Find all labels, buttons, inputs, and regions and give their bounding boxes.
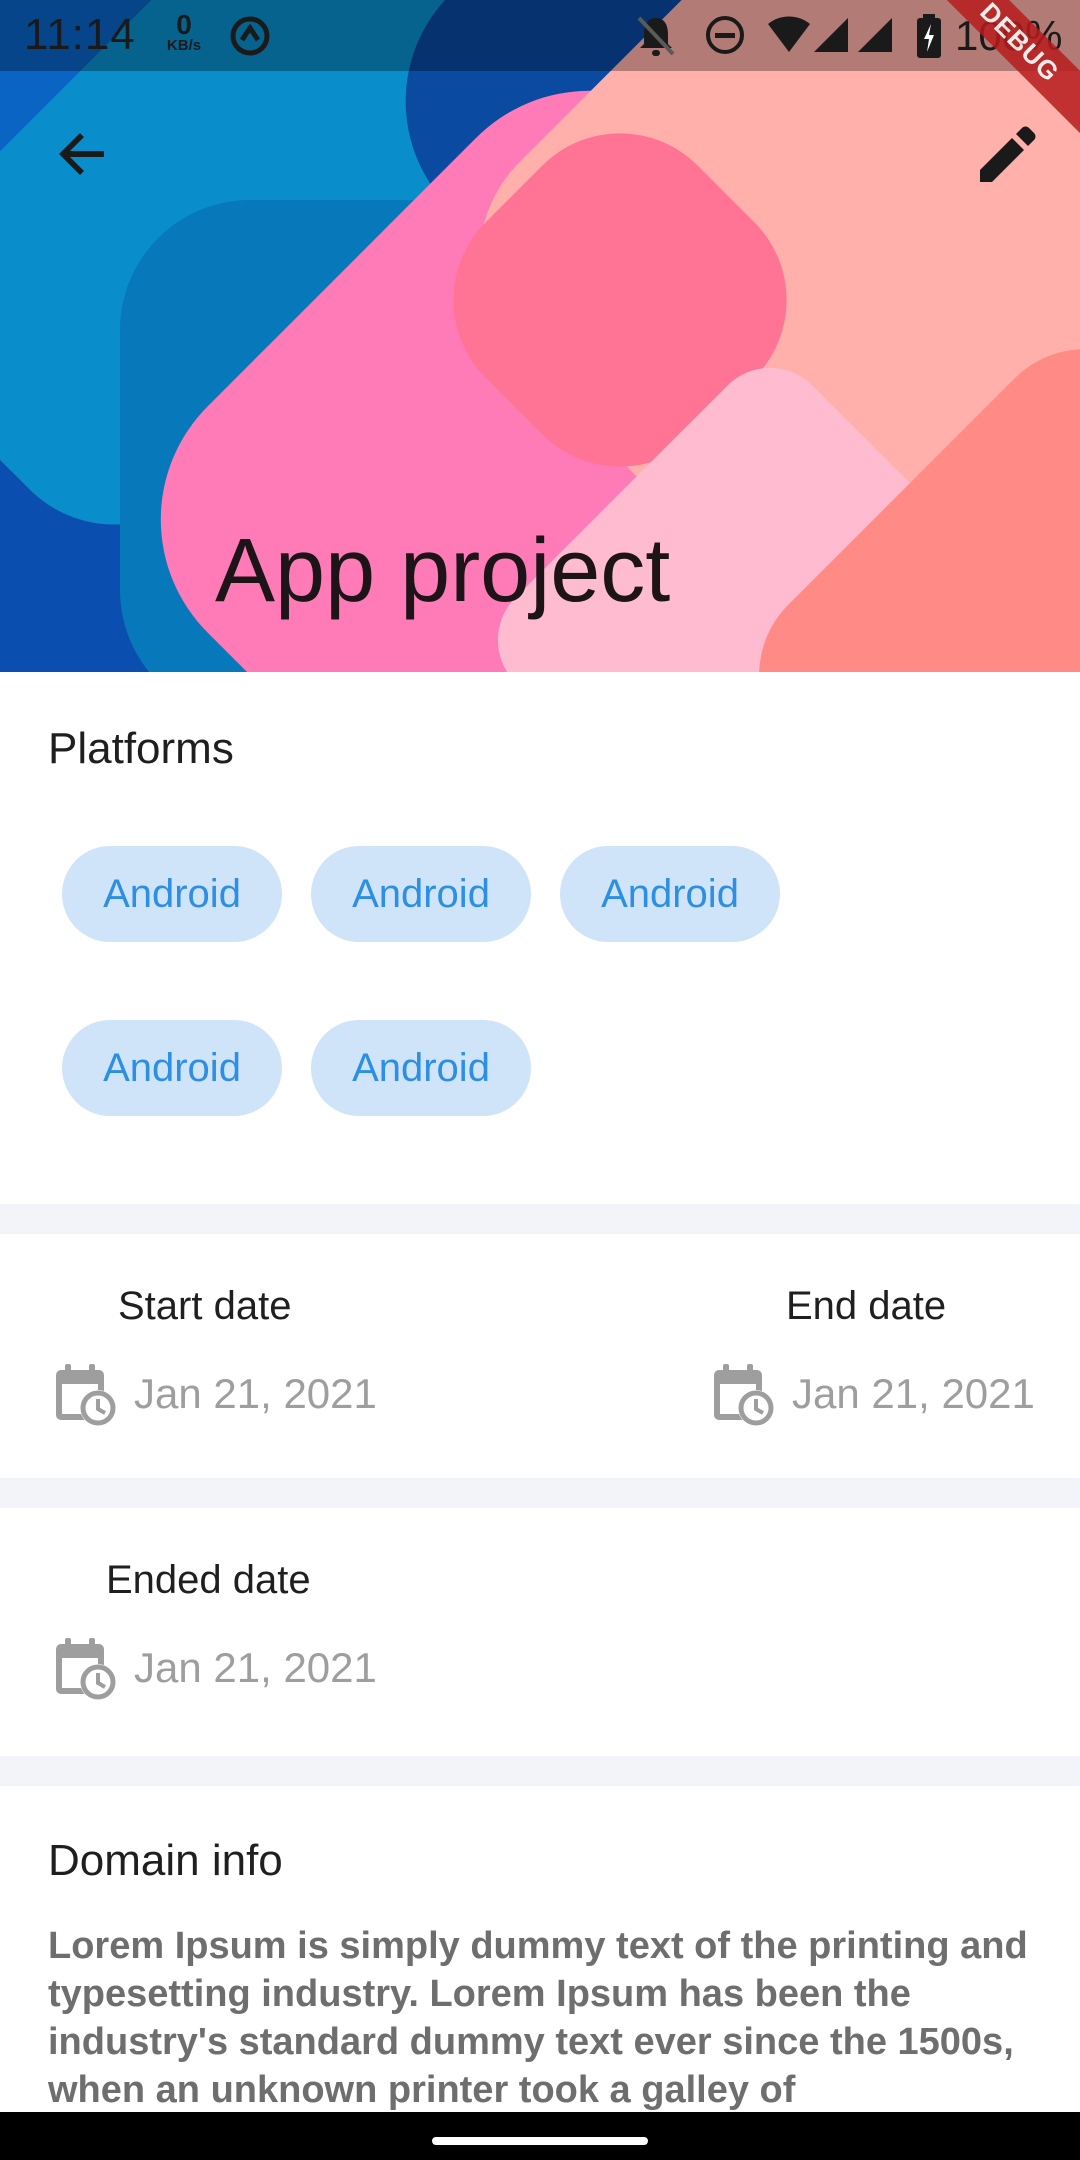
calendar-clock-icon (56, 1364, 116, 1426)
start-date-value[interactable]: Jan 21, 2021 (134, 1370, 377, 1418)
do-not-disturb-icon (706, 16, 744, 54)
end-date-label: End date (786, 1284, 947, 1328)
section-divider (0, 1756, 1080, 1786)
network-speed-value: 0 (176, 9, 192, 40)
platform-chip[interactable]: Android (62, 846, 282, 942)
signal-icon (814, 18, 848, 52)
network-speed: 0 KB/s (160, 9, 208, 54)
battery-charging-icon (917, 14, 941, 58)
system-navigation-bar (0, 2112, 1080, 2160)
calendar-clock-icon (714, 1364, 774, 1426)
ended-date-label: Ended date (106, 1558, 311, 1602)
platform-chip[interactable]: Android (62, 1020, 282, 1116)
arrow-back-icon[interactable] (48, 118, 120, 190)
ended-date-section: Ended date Jan 21, 2021 (0, 1508, 1080, 1756)
wifi-icon (768, 16, 810, 52)
section-divider (0, 1478, 1080, 1508)
signal-icon (858, 18, 892, 52)
notifications-off-icon (637, 16, 675, 56)
end-date-value[interactable]: Jan 21, 2021 (792, 1370, 1035, 1418)
ended-date-value[interactable]: Jan 21, 2021 (134, 1644, 377, 1692)
platforms-title: Platforms (48, 724, 234, 773)
platforms-section: Platforms Android Android Android Androi… (0, 672, 1080, 1204)
network-speed-unit: KB/s (166, 37, 202, 54)
header-hero: 11:14 0 KB/s DEBUG App project (0, 0, 1080, 672)
status-bar: 11:14 0 KB/s (0, 0, 1080, 71)
domain-info-section: Domain info Lorem Ipsum is simply dummy … (0, 1786, 1080, 2116)
domain-info-title: Domain info (48, 1836, 283, 1885)
start-date-label: Start date (118, 1284, 292, 1328)
home-gesture-handle[interactable] (432, 2137, 648, 2145)
sync-icon (230, 16, 270, 56)
section-divider (0, 1204, 1080, 1234)
platform-chip[interactable]: Android (311, 1020, 531, 1116)
edit-pencil-icon[interactable] (972, 118, 1044, 190)
calendar-clock-icon (56, 1638, 116, 1700)
platform-chip[interactable]: Android (311, 846, 531, 942)
domain-info-text: Lorem Ipsum is simply dummy text of the … (48, 1925, 1028, 2111)
status-time: 11:14 (24, 10, 136, 59)
dates-section: Start date Jan 21, 2021 End date Jan 21,… (0, 1234, 1080, 1478)
page-title: App project (215, 521, 671, 621)
platform-chip[interactable]: Android (560, 846, 780, 942)
